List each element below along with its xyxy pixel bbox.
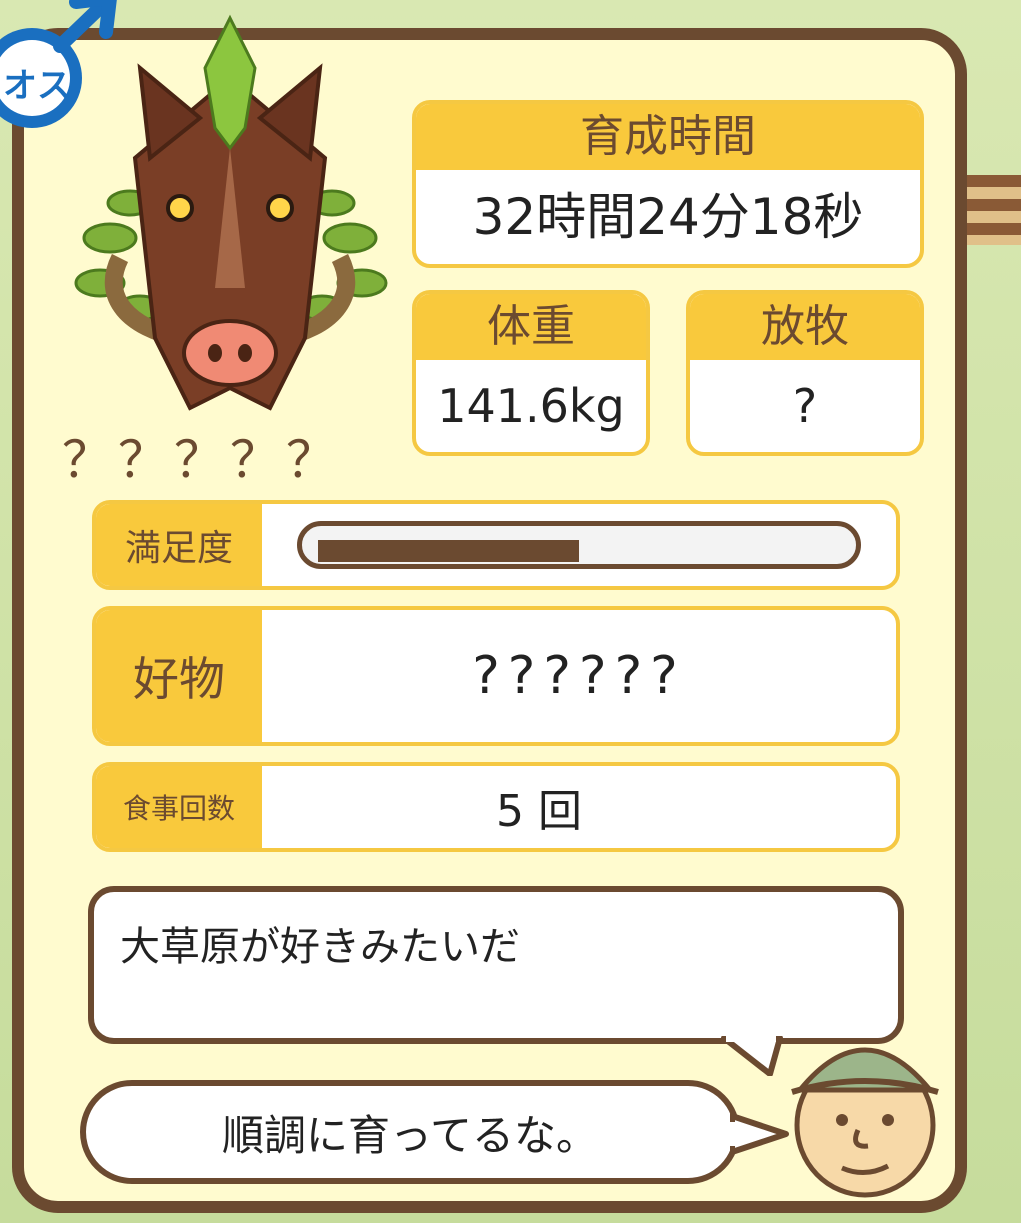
favorite-food-value: ?????? <box>472 646 686 706</box>
growth-time-value: 32時間24分18秒 <box>472 188 864 246</box>
satisfaction-row: 満足度 <box>92 500 900 590</box>
boar-icon <box>74 14 388 411</box>
weight-box: 体重 141.6kg <box>412 290 650 456</box>
satisfaction-bar <box>297 521 861 569</box>
growth-time-box: 育成時間 32時間24分18秒 <box>412 100 924 268</box>
grazing-value: ? <box>792 379 818 433</box>
background-fence <box>965 175 1021 245</box>
weight-label: 体重 <box>416 294 646 360</box>
farmer-comment-bubble: 順調に育ってるな。 <box>80 1080 740 1184</box>
meal-count-label: 食事回数 <box>96 766 262 848</box>
satisfaction-bar-area <box>262 504 896 586</box>
satisfaction-bar-fill <box>318 540 579 562</box>
farmer-face-icon <box>791 1047 939 1198</box>
grazing-label: 放牧 <box>690 294 920 360</box>
growth-time-label: 育成時間 <box>416 104 920 170</box>
boar-name: ？？？？？ <box>62 431 342 489</box>
gender-label: オス <box>3 66 71 106</box>
weight-value: 141.6kg <box>437 379 625 433</box>
grazing-box: 放牧 ? <box>686 290 924 456</box>
favorite-food-label: 好物 <box>96 610 262 742</box>
favorite-food-row: 好物 ?????? <box>92 606 900 746</box>
meal-count-row: 食事回数 5 回 <box>92 762 900 852</box>
satisfaction-label: 満足度 <box>96 504 262 586</box>
meal-count-value: 5 回 <box>496 786 582 837</box>
